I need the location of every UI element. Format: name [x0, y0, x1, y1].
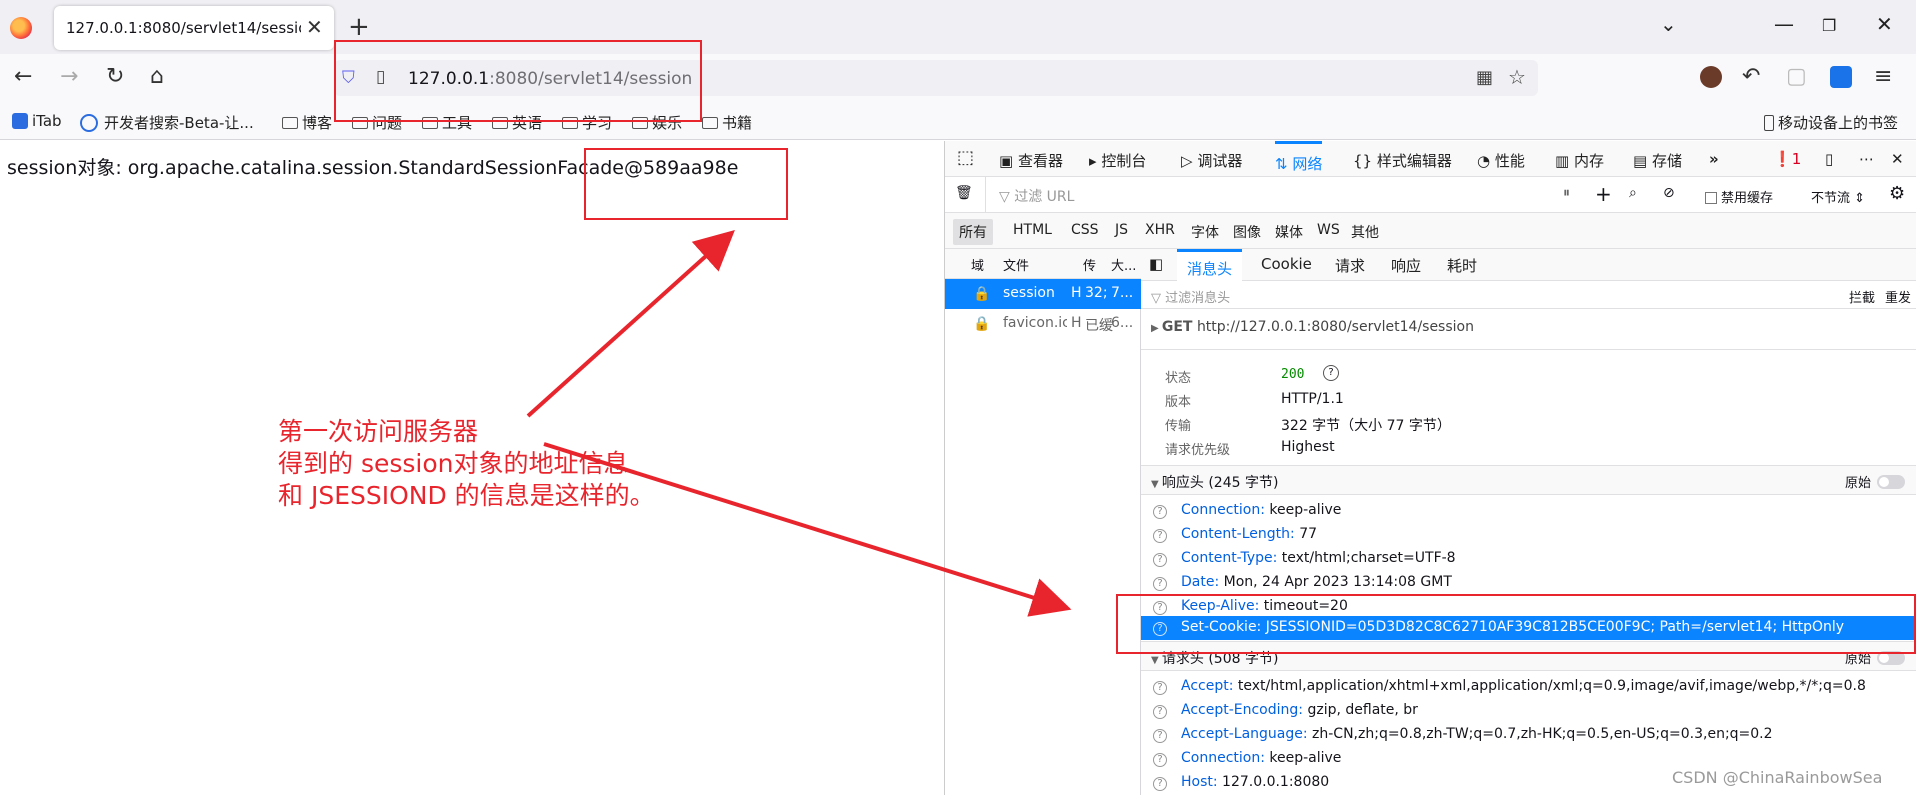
- annotation-arrow-down: [543, 442, 1072, 617]
- annotation-arrow-up: [526, 229, 735, 418]
- annotation-arrows: [526, 229, 1072, 617]
- watermark: CSDN @ChinaRainbowSea: [1672, 768, 1883, 787]
